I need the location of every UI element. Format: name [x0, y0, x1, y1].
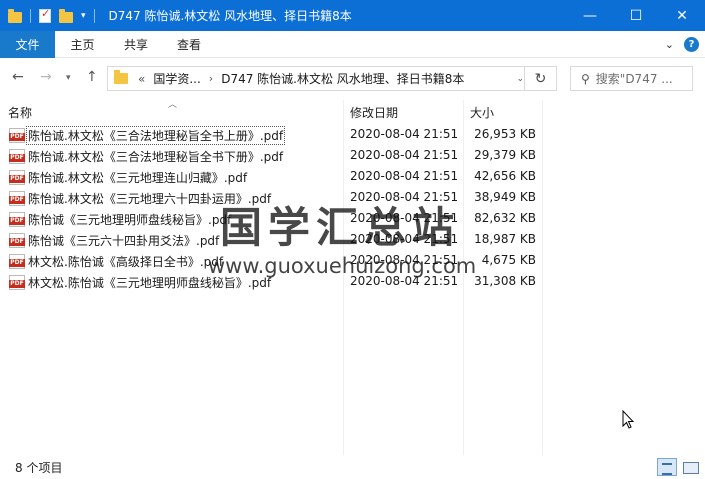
help-icon[interactable]: ? — [684, 37, 699, 52]
new-folder-icon[interactable] — [59, 8, 73, 23]
maximize-button[interactable]: ☐ — [613, 0, 659, 31]
breadcrumb-parent[interactable]: 国学资... — [153, 70, 200, 87]
file-size: 31,308 KB — [474, 274, 536, 288]
item-count: 8 个项目 — [15, 460, 63, 475]
minimize-button[interactable]: — — [567, 0, 613, 31]
navigation-bar: ← → ▾ ↑ « 国学资... › D747 陈怡诚.林文松 风水地理、择日书… — [0, 58, 705, 100]
column-header-size[interactable]: 大小 — [470, 100, 494, 125]
pdf-file-icon — [9, 275, 25, 290]
search-input[interactable]: ⚲ 搜索"D747 ... — [570, 66, 693, 91]
file-row[interactable]: 陈怡诚.林文松《三合法地理秘旨全书下册》.pdf 2020-08-04 21:5… — [0, 146, 705, 167]
tab-home[interactable]: 主页 — [55, 31, 110, 58]
file-name[interactable]: 林文松.陈怡诚《高级择日全书》.pdf — [27, 253, 224, 270]
up-arrow-icon[interactable]: ↑ — [86, 69, 98, 85]
title-bar: ▾ D747 陈怡诚.林文松 风水地理、择日书籍8本 — ☐ ✕ — [0, 0, 705, 31]
breadcrumb-separator[interactable]: › — [209, 72, 213, 85]
properties-icon[interactable] — [39, 7, 51, 23]
file-row[interactable]: 陈怡诚.林文松《三合法地理秘旨全书上册》.pdf 2020-08-04 21:5… — [0, 125, 705, 146]
pdf-file-icon — [9, 233, 25, 248]
file-row[interactable]: 陈怡诚.林文松《三元地理连山归藏》.pdf 2020-08-04 21:51 4… — [0, 167, 705, 188]
window-controls: — ☐ ✕ — [567, 0, 705, 31]
tab-file[interactable]: 文件 — [0, 30, 55, 58]
address-bar[interactable]: « 国学资... › D747 陈怡诚.林文松 风水地理、择日书籍8本 ⌄ — [107, 66, 557, 91]
sort-ascending-icon: ︿ — [168, 100, 178, 110]
file-name[interactable]: 陈怡诚《三元六十四卦用爻法》.pdf — [27, 232, 220, 249]
file-size: 26,953 KB — [474, 127, 536, 141]
refresh-icon[interactable]: ↻ — [524, 66, 557, 91]
file-name[interactable]: 陈怡诚《三元地理明师盘线秘旨》.pdf — [27, 211, 232, 228]
file-date: 2020-08-04 21:51 — [350, 169, 459, 183]
watermark-title: 国学汇总站 — [220, 203, 461, 252]
status-bar: 8 个项目 — [0, 455, 705, 479]
pdf-file-icon — [9, 212, 25, 227]
folder-icon[interactable] — [8, 8, 22, 23]
recent-locations-dropdown-icon[interactable]: ▾ — [66, 73, 71, 83]
ribbon-right-controls: ⌄ ? — [665, 31, 699, 58]
column-header-date[interactable]: 修改日期 — [350, 100, 398, 125]
column-header-name[interactable]: 名称 — [8, 100, 32, 125]
file-name[interactable]: 陈怡诚.林文松《三合法地理秘旨全书上册》.pdf — [25, 126, 286, 145]
file-size: 29,379 KB — [474, 148, 536, 162]
mouse-cursor-icon — [622, 410, 634, 429]
file-name[interactable]: 陈怡诚.林文松《三合法地理秘旨全书下册》.pdf — [27, 148, 284, 165]
customize-quick-access-dropdown-icon[interactable]: ▾ — [81, 11, 86, 21]
close-button[interactable]: ✕ — [659, 0, 705, 31]
quick-access-divider — [30, 8, 31, 23]
back-arrow-icon[interactable]: ← — [12, 69, 24, 85]
pdf-file-icon — [9, 254, 25, 269]
search-icon: ⚲ — [581, 71, 590, 86]
window-title: D747 陈怡诚.林文松 风水地理、择日书籍8本 — [108, 9, 352, 23]
pdf-file-icon — [9, 170, 25, 185]
details-view-icon[interactable] — [657, 458, 677, 476]
file-date: 2020-08-04 21:51 — [350, 148, 459, 162]
search-placeholder: 搜索"D747 ... — [595, 72, 673, 86]
large-icons-view-icon[interactable] — [681, 458, 699, 476]
expand-ribbon-chevron-icon[interactable]: ⌄ — [665, 38, 674, 51]
forward-arrow-icon[interactable]: → — [40, 69, 52, 85]
quick-access-toolbar: ▾ — [0, 0, 103, 31]
quick-access-divider — [93, 8, 95, 23]
address-folder-icon — [114, 70, 128, 84]
pdf-file-icon — [9, 191, 25, 206]
file-size: 82,632 KB — [474, 211, 536, 225]
file-name[interactable]: 陈怡诚.林文松《三元地理连山归藏》.pdf — [27, 169, 248, 186]
file-size: 42,656 KB — [474, 169, 536, 183]
tab-share[interactable]: 共享 — [110, 31, 162, 58]
tab-view[interactable]: 查看 — [162, 31, 216, 58]
pdf-file-icon — [9, 128, 25, 143]
breadcrumb-current[interactable]: D747 陈怡诚.林文松 风水地理、择日书籍8本 — [221, 70, 464, 87]
file-size: 18,987 KB — [474, 232, 536, 246]
ribbon-tabs: 文件 主页 共享 查看 ⌄ ? — [0, 30, 705, 58]
file-size: 4,675 KB — [481, 253, 536, 267]
watermark-url: www.guoxuehuizong.com — [208, 254, 477, 278]
address-history-dropdown-icon[interactable]: ⌄ — [516, 74, 524, 84]
file-date: 2020-08-04 21:51 — [350, 127, 459, 141]
breadcrumb-overflow[interactable]: « — [138, 72, 145, 86]
file-size: 38,949 KB — [474, 190, 536, 204]
pdf-file-icon — [9, 149, 25, 164]
